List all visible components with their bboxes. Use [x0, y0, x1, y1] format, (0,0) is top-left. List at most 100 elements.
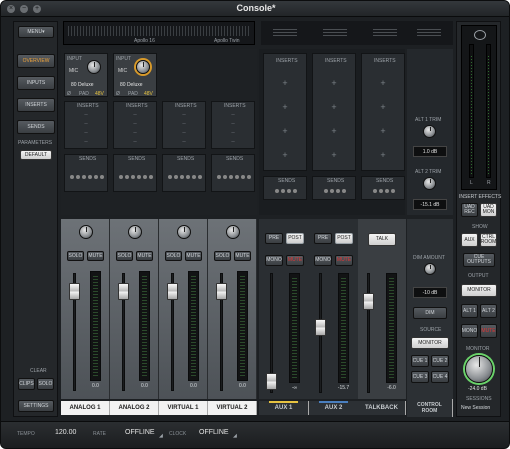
solo-button-ch3[interactable]: SOLO	[165, 251, 182, 261]
pad-ch1[interactable]: PAD	[79, 91, 89, 97]
show-ctrl-room-button[interactable]: CTRL ROOM	[480, 233, 497, 247]
mono-button[interactable]: MONO	[461, 324, 478, 338]
insert-slot[interactable]: –	[114, 139, 156, 145]
mute-button-ch2[interactable]: MUTE	[136, 251, 153, 261]
mute-button-aux2[interactable]: MUTE	[335, 255, 353, 266]
insert-slot[interactable]: –	[212, 112, 254, 118]
clear-clips-button[interactable]: CLIPS	[18, 378, 35, 390]
cue4-button[interactable]: CUE 4	[431, 371, 449, 383]
gain-knob-ch1[interactable]	[87, 60, 101, 74]
fader-talkback[interactable]	[363, 293, 374, 310]
mute-button-ch1[interactable]: MUTE	[87, 251, 104, 261]
rate-value[interactable]: OFFLINE	[125, 429, 155, 436]
solo-button-ch4[interactable]: SOLO	[214, 251, 231, 261]
alt1-button[interactable]: ALT 1	[461, 304, 478, 318]
insert-add[interactable]: +	[313, 78, 355, 88]
phase-ch1[interactable]: Ø	[67, 91, 71, 97]
insert-slot[interactable]: –	[65, 112, 107, 118]
mute-button-aux1[interactable]: MUTE	[286, 255, 304, 266]
gain-knob-ch2[interactable]	[136, 60, 150, 74]
post-button-aux1[interactable]: POST	[286, 233, 304, 244]
channel-name-ch1[interactable]: ANALOG 1	[61, 401, 110, 415]
mute-button[interactable]: MUTE	[480, 324, 497, 338]
talk-button[interactable]: TALK	[368, 233, 396, 246]
cue3-button[interactable]: CUE 3	[411, 371, 429, 383]
preset-ch2[interactable]: 80 Deluxe	[120, 82, 143, 88]
settings-button[interactable]: SETTINGS	[18, 400, 54, 412]
mute-button-ch3[interactable]: MUTE	[185, 251, 202, 261]
insert-slot[interactable]: –	[65, 139, 107, 145]
clock-value[interactable]: OFFLINE	[199, 429, 229, 436]
insert-slot[interactable]: –	[163, 130, 205, 136]
session-name[interactable]: New Session	[461, 405, 490, 411]
insert-add[interactable]: +	[362, 78, 404, 88]
pan-knob-ch1[interactable]	[79, 225, 93, 239]
phantom-ch1[interactable]: 48V	[95, 91, 104, 97]
show-aux-button[interactable]: AUX	[461, 233, 478, 247]
source-monitor-button[interactable]: MONITOR	[411, 337, 449, 349]
clock-dropdown-icon[interactable]: ◢	[233, 433, 237, 439]
solo-button-ch2[interactable]: SOLO	[116, 251, 133, 261]
menu-button[interactable]: MENU ▾	[18, 26, 54, 38]
channel-name-aux2[interactable]: AUX 2	[309, 401, 359, 415]
channel-name-talkback[interactable]: TALKBACK	[358, 401, 406, 415]
mono-button-aux1[interactable]: MONO	[265, 255, 283, 266]
pan-knob-ch3[interactable]	[177, 225, 191, 239]
monitor-knob[interactable]	[465, 355, 493, 383]
insert-add[interactable]: +	[313, 126, 355, 136]
uad-rec-button[interactable]: UAD REC	[461, 203, 478, 217]
fader-ch3[interactable]	[167, 283, 178, 300]
pre-button-aux1[interactable]: PRE	[265, 233, 283, 244]
clear-solo-button[interactable]: SOLO	[37, 378, 54, 390]
insert-slot[interactable]: –	[212, 121, 254, 127]
cue2-button[interactable]: CUE 2	[431, 355, 449, 367]
channel-name-ch4[interactable]: VIRTUAL 2	[208, 401, 257, 415]
nav-inserts[interactable]: INSERTS	[17, 98, 55, 112]
channel-name-ch2[interactable]: ANALOG 2	[110, 401, 159, 415]
dim-button[interactable]: DIM	[413, 307, 447, 319]
cue1-button[interactable]: CUE 1	[411, 355, 429, 367]
insert-slot[interactable]: –	[114, 130, 156, 136]
insert-slot[interactable]: –	[65, 121, 107, 127]
insert-add[interactable]: +	[313, 102, 355, 112]
solo-button-ch1[interactable]: SOLO	[67, 251, 84, 261]
insert-slot[interactable]: –	[163, 139, 205, 145]
insert-add[interactable]: +	[264, 150, 306, 160]
alt2-button[interactable]: ALT 2	[480, 304, 497, 318]
preset-ch1[interactable]: 80 Deluxe	[71, 82, 94, 88]
alt1-trim-knob[interactable]	[423, 125, 436, 138]
insert-slot[interactable]: –	[212, 139, 254, 145]
pan-knob-ch4[interactable]	[226, 225, 240, 239]
insert-add[interactable]: +	[362, 126, 404, 136]
tempo-value[interactable]: 120.00	[55, 429, 76, 436]
insert-add[interactable]: +	[362, 150, 404, 160]
send-knobs[interactable]	[324, 189, 346, 193]
send-knobs[interactable]	[119, 175, 153, 179]
channel-name-ch3[interactable]: VIRTUAL 1	[159, 401, 208, 415]
insert-add[interactable]: +	[264, 102, 306, 112]
insert-add[interactable]: +	[313, 150, 355, 160]
mute-button-ch4[interactable]: MUTE	[234, 251, 251, 261]
insert-slot[interactable]: –	[65, 130, 107, 136]
send-knobs[interactable]	[217, 175, 251, 179]
output-monitor-button[interactable]: MONITOR	[461, 284, 497, 297]
send-knobs[interactable]	[275, 189, 297, 193]
insert-slot[interactable]: –	[114, 121, 156, 127]
dim-amount-knob[interactable]	[424, 263, 436, 275]
insert-add[interactable]: +	[362, 102, 404, 112]
insert-slot[interactable]: –	[212, 130, 254, 136]
send-knobs[interactable]	[70, 175, 104, 179]
default-button[interactable]: DEFAULT	[20, 150, 52, 160]
nav-overview[interactable]: OVERVIEW	[17, 54, 55, 68]
send-knobs[interactable]	[373, 189, 395, 193]
alt2-trim-knob[interactable]	[423, 177, 436, 190]
fader-aux1[interactable]	[266, 373, 277, 390]
insert-slot[interactable]: –	[114, 112, 156, 118]
pan-knob-ch2[interactable]	[128, 225, 142, 239]
fader-ch2[interactable]	[118, 283, 129, 300]
send-knobs[interactable]	[168, 175, 202, 179]
post-button-aux2[interactable]: POST	[335, 233, 353, 244]
insert-add[interactable]: +	[264, 126, 306, 136]
rate-dropdown-icon[interactable]: ◢	[159, 433, 163, 439]
insert-slot[interactable]: –	[163, 121, 205, 127]
